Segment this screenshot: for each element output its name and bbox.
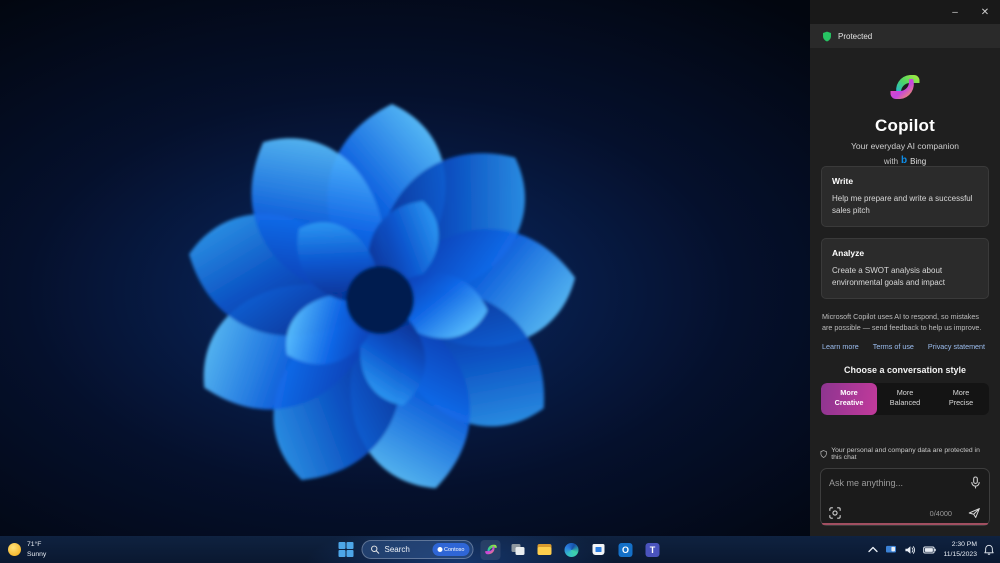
edge-icon	[564, 542, 579, 557]
clock-widget[interactable]: 2:30 PM 11/15/2023	[943, 540, 977, 558]
search-box[interactable]: Search Contoso	[361, 540, 474, 559]
bing-logo-icon: b	[901, 155, 908, 166]
legal-links: Learn more Terms of use Privacy statemen…	[822, 342, 988, 351]
microphone-button[interactable]	[970, 476, 981, 489]
card-text: Help me prepare and write a successful s…	[832, 194, 973, 215]
close-button[interactable]: ✕	[970, 0, 1000, 24]
edge-button[interactable]	[562, 540, 582, 560]
protected-label: Protected	[838, 31, 873, 41]
style-line2: Creative	[834, 398, 864, 408]
network-icon	[886, 545, 897, 552]
copilot-hero: Copilot Your everyday AI companion with …	[810, 48, 1000, 166]
send-button[interactable]	[968, 507, 981, 519]
battery-button[interactable]	[923, 545, 937, 554]
start-logo-icon	[338, 550, 346, 558]
panel-titlebar: – ✕	[810, 0, 1000, 24]
weather-temp: 71°F	[27, 541, 42, 549]
protected-badge[interactable]: Protected	[810, 24, 1000, 48]
teams-icon: T	[645, 542, 660, 557]
card-title: Write	[832, 176, 854, 186]
weather-condition: Sunny	[27, 550, 47, 558]
clock-date: 11/15/2023	[943, 550, 977, 558]
battery-icon	[923, 545, 937, 554]
conversation-style-heading: Choose a conversation style	[843, 364, 967, 375]
style-line1: More	[952, 387, 970, 397]
char-counter: 0/4000	[929, 508, 952, 518]
teams-button[interactable]: T	[643, 540, 663, 560]
with-bing-row: with b Bing	[884, 156, 926, 166]
suggestion-card-write[interactable]: Write Help me prepare and write a succes…	[821, 166, 989, 227]
weather-text: 71°F Sunny	[27, 540, 46, 558]
visual-search-icon	[829, 507, 841, 519]
volume-button[interactable]	[904, 545, 916, 555]
sun-icon	[8, 543, 21, 556]
card-text: Create a SWOT analysis about environment…	[832, 266, 945, 287]
outlook-button[interactable]: O	[616, 540, 636, 560]
chat-input-cluster: Your personal and company data are prote…	[810, 447, 1000, 536]
visual-search-button[interactable]	[829, 507, 841, 519]
outlook-icon: O	[618, 542, 633, 557]
style-line2: Balanced	[889, 398, 921, 408]
file-explorer-icon	[537, 544, 552, 555]
file-explorer-button[interactable]	[535, 540, 555, 560]
copilot-panel: – ✕ Protected Copilot Your everyday AI c…	[810, 0, 1000, 536]
clock-time: 2:30 PM	[951, 541, 977, 549]
contoso-label: Contoso	[444, 546, 465, 553]
privacy-note: Your personal and company data are prote…	[820, 447, 990, 461]
microsoft-store-icon	[592, 544, 605, 555]
contoso-logo-icon	[437, 547, 442, 552]
weather-widget[interactable]: 71°F Sunny	[8, 536, 46, 563]
start-button[interactable]	[338, 541, 355, 558]
search-icon	[371, 545, 380, 554]
task-view-button[interactable]	[508, 540, 528, 560]
network-button[interactable]	[885, 545, 897, 555]
copilot-title: Copilot	[875, 116, 935, 135]
style-line2: Precise	[948, 398, 974, 408]
conversation-style-toggle: More Creative More Balanced More Precise	[821, 382, 989, 415]
hidden-icons-button[interactable]	[868, 546, 879, 553]
shield-icon	[823, 31, 831, 42]
chevron-up-icon	[868, 546, 879, 553]
style-more-precise[interactable]: More Precise	[933, 383, 989, 415]
microphone-icon	[971, 476, 980, 489]
copilot-logo-icon	[890, 75, 920, 99]
task-view-icon	[511, 544, 524, 555]
desktop-screen: – ✕ Protected Copilot Your everyday AI c…	[0, 0, 1000, 563]
microsoft-store-button[interactable]	[589, 540, 609, 560]
taskbar: 71°F Sunny Search Contoso O T 2:30 PM 11…	[0, 536, 1000, 563]
chat-input-box[interactable]: 0/4000	[820, 468, 990, 526]
copilot-icon	[484, 544, 497, 555]
minimize-button[interactable]: –	[940, 0, 970, 24]
system-tray: 2:30 PM 11/15/2023	[868, 536, 994, 563]
start-logo-icon	[346, 541, 354, 549]
search-highlight-badge[interactable]: Contoso	[432, 543, 470, 556]
learn-more-link[interactable]: Learn more	[822, 342, 859, 351]
privacy-note-text: Your personal and company data are prote…	[831, 447, 980, 461]
start-logo-icon	[338, 541, 346, 549]
privacy-statement-link[interactable]: Privacy statement	[928, 342, 985, 351]
shield-outline-icon	[820, 450, 827, 458]
with-label: with	[883, 156, 899, 166]
bing-label: Bing	[910, 156, 927, 166]
notification-bell-icon	[984, 544, 994, 555]
terms-of-use-link[interactable]: Terms of use	[873, 342, 914, 351]
search-placeholder: Search	[384, 545, 410, 554]
card-title: Analyze	[832, 248, 865, 258]
style-line1: More	[896, 387, 914, 397]
style-more-creative[interactable]: More Creative	[821, 382, 877, 415]
style-more-balanced[interactable]: More Balanced	[877, 383, 933, 415]
taskbar-copilot-button[interactable]	[480, 539, 501, 560]
start-logo-icon	[346, 550, 354, 558]
send-icon	[968, 508, 980, 518]
suggestion-card-analyze[interactable]: Analyze Create a SWOT analysis about env…	[821, 238, 989, 299]
taskbar-center: Search Contoso O T	[338, 536, 663, 563]
volume-icon	[905, 545, 916, 554]
ai-disclaimer: Microsoft Copilot uses AI to respond, so…	[822, 312, 982, 332]
copilot-subtitle: Your everyday AI companion	[851, 141, 959, 151]
style-line1: More	[840, 387, 858, 397]
notifications-button[interactable]	[984, 544, 994, 555]
ask-input[interactable]	[829, 477, 964, 488]
